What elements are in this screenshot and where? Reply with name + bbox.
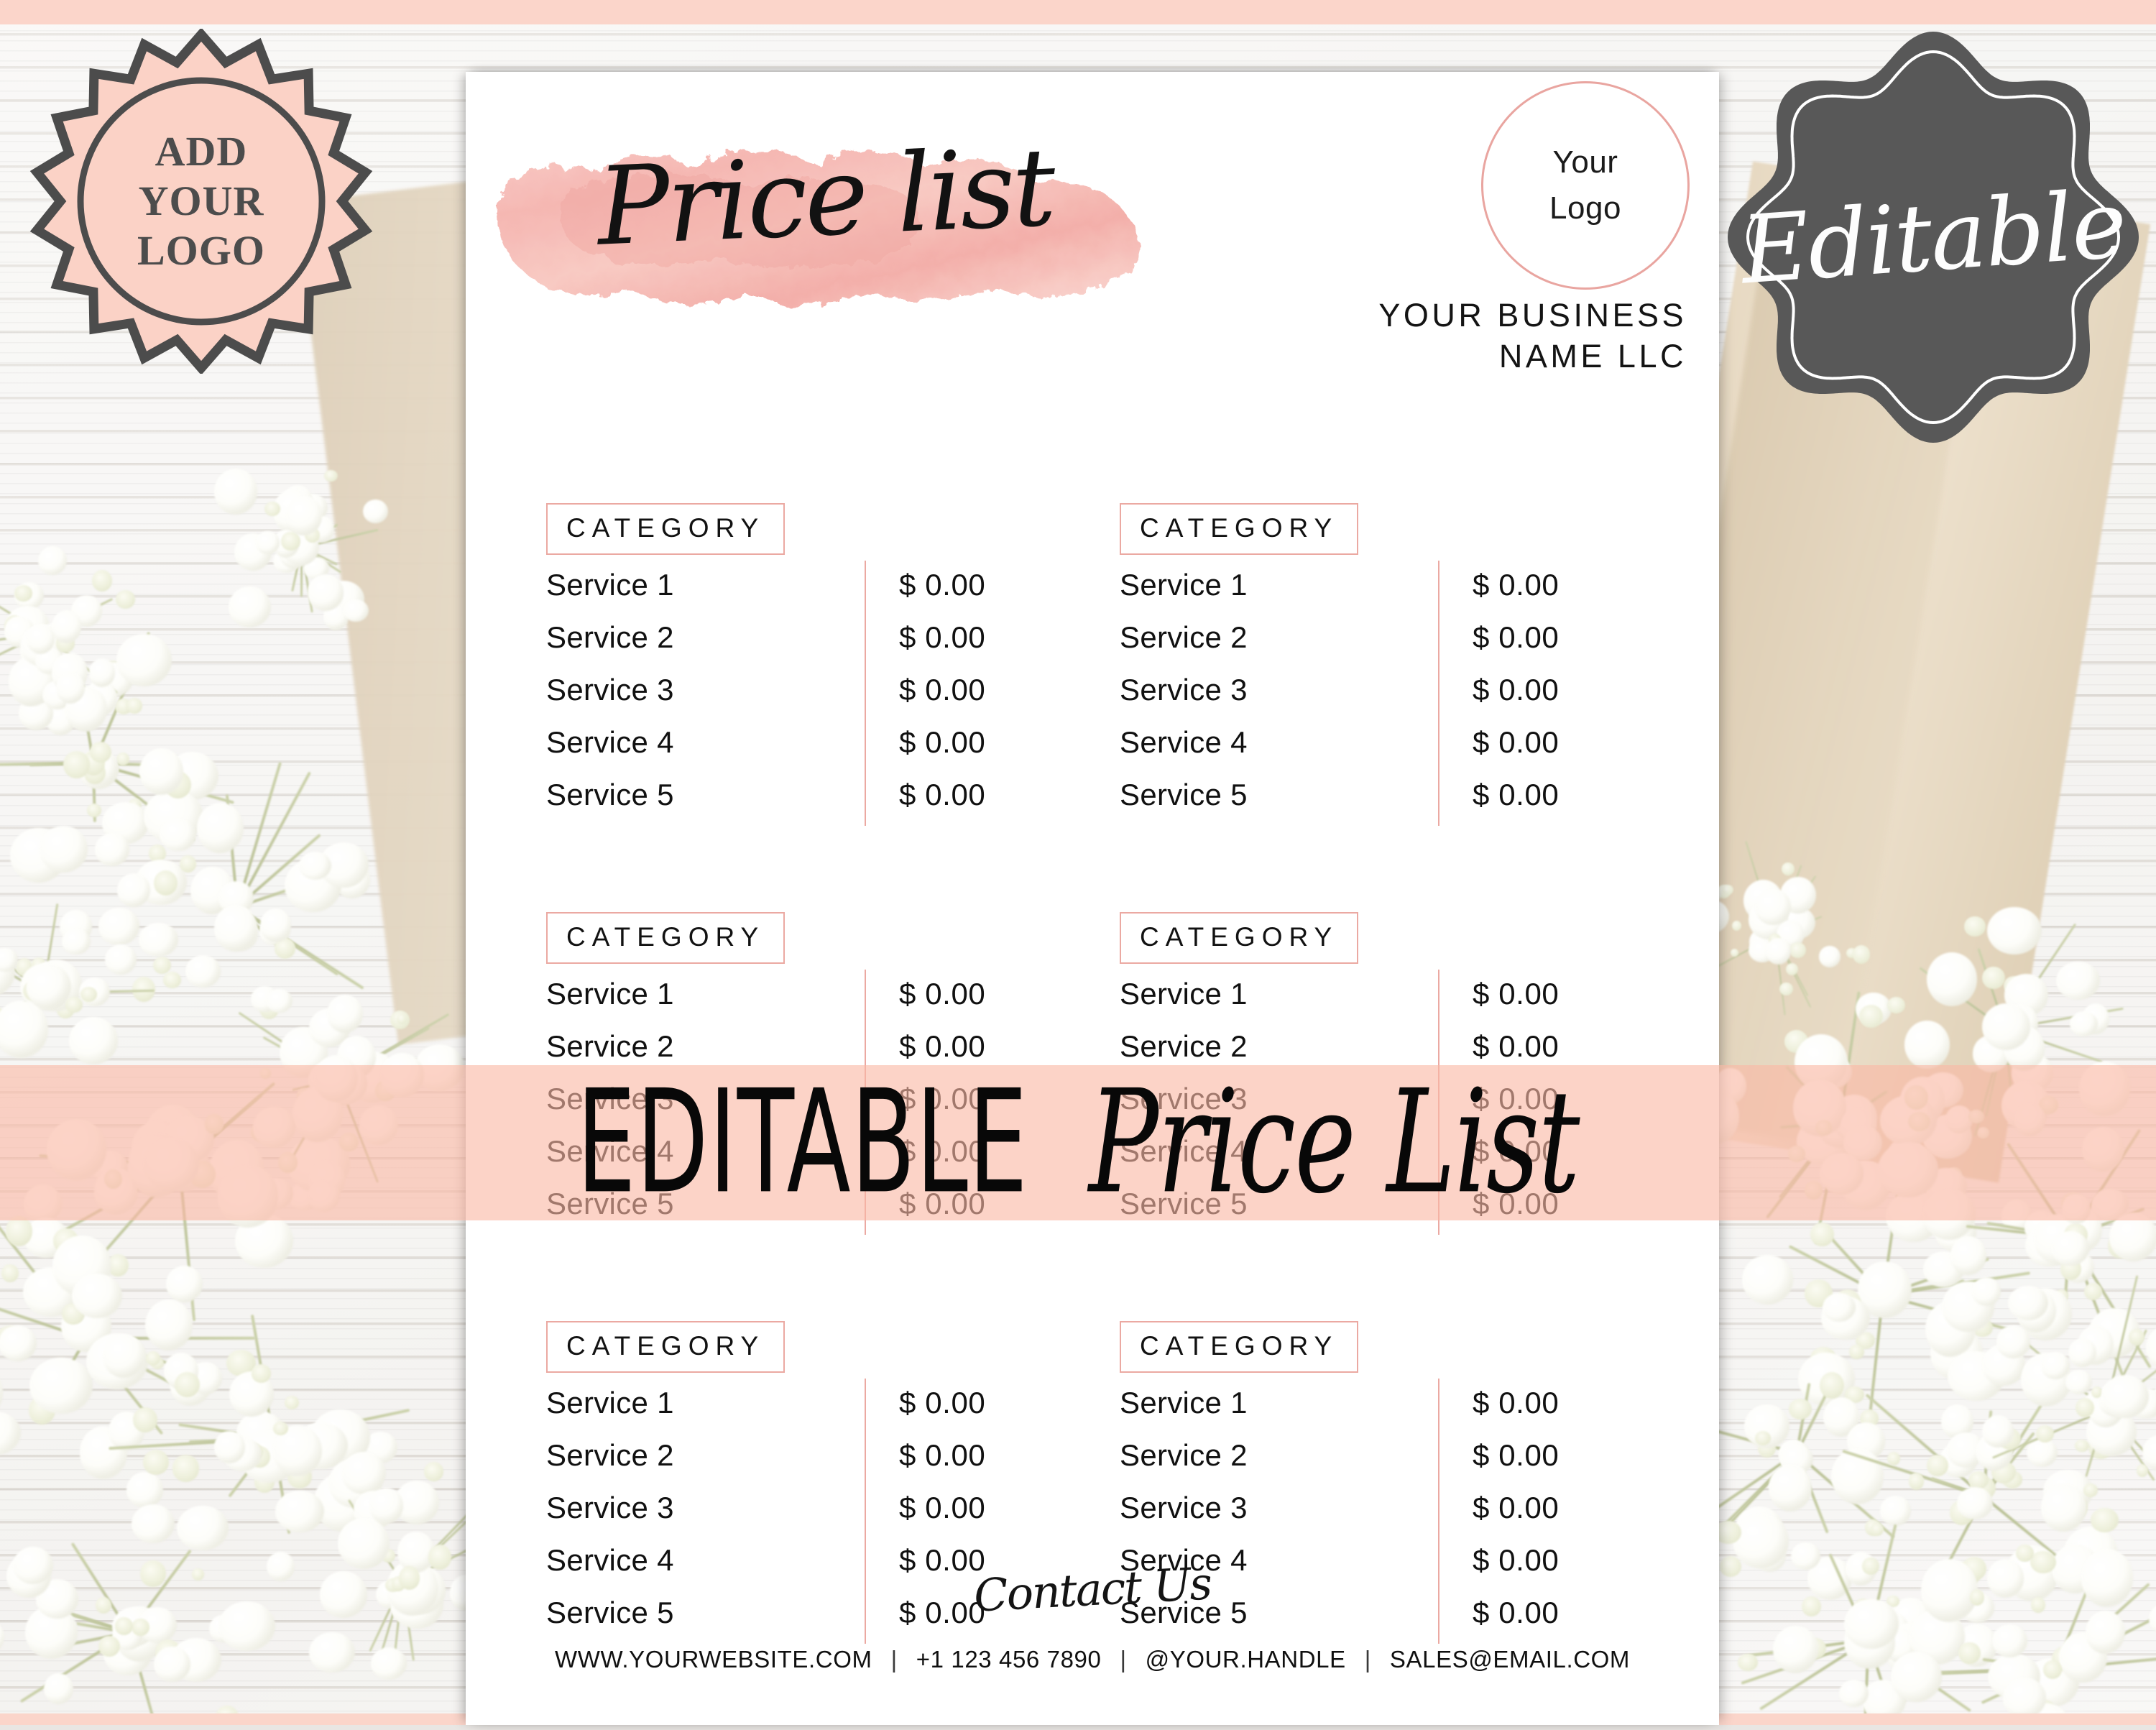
category-block: CATEGORYService 1$ 0.00Service 2$ 0.00Se…	[546, 503, 1028, 830]
service-row: Service 4$ 0.00	[1120, 725, 1601, 778]
service-price[interactable]: $ 0.00	[1438, 1491, 1559, 1525]
footer-separator-1: |	[890, 1646, 898, 1673]
service-name[interactable]: Service 4	[1120, 725, 1438, 760]
service-price[interactable]: $ 0.00	[865, 568, 985, 602]
service-price[interactable]: $ 0.00	[1438, 568, 1559, 602]
service-name[interactable]: Service 4	[546, 725, 865, 760]
service-price[interactable]: $ 0.00	[1438, 1596, 1559, 1630]
price-list-sheet: Price list Your Logo YOUR BUSINESS NAME …	[466, 72, 1719, 1725]
service-name[interactable]: Service 3	[546, 673, 865, 707]
service-row: Service 3$ 0.00	[546, 673, 1028, 725]
service-row: Service 3$ 0.00	[546, 1491, 1028, 1543]
service-price[interactable]: $ 0.00	[1438, 1438, 1559, 1473]
category-title[interactable]: CATEGORY	[1120, 503, 1359, 555]
category-title[interactable]: CATEGORY	[546, 1321, 786, 1373]
editable-price-list-banner: EDITABLE Price List	[0, 1065, 2156, 1220]
category-title[interactable]: CATEGORY	[546, 912, 786, 964]
service-name[interactable]: Service 5	[546, 778, 865, 812]
column-divider	[1438, 1379, 1439, 1644]
logo-line-1: Your	[1552, 144, 1618, 180]
service-name[interactable]: Service 2	[1120, 1438, 1438, 1473]
footer-email[interactable]: SALES@EMAIL.COM	[1390, 1646, 1630, 1673]
service-row: Service 4$ 0.00	[546, 725, 1028, 778]
service-name[interactable]: Service 5	[1120, 778, 1438, 812]
service-row: Service 3$ 0.00	[1120, 673, 1601, 725]
banner-text-price-list: Price List	[1089, 1059, 1580, 1225]
page-title: Price list	[594, 125, 1056, 270]
service-row: Service 5$ 0.00	[546, 778, 1028, 830]
service-row: Service 2 $ 0.00	[1120, 620, 1601, 673]
service-name[interactable]: Service 1	[546, 977, 865, 1011]
banner-text-editable: EDITABLE	[576, 1059, 1028, 1225]
badge-line-2: YOUR	[138, 177, 264, 224]
service-name[interactable]: Service 3	[1120, 1491, 1438, 1525]
badge-line-3: LOGO	[137, 227, 266, 275]
service-name[interactable]: Service 1	[1120, 977, 1438, 1011]
add-your-logo-badge: ADD YOUR LOGO	[29, 29, 374, 374]
service-name[interactable]: Service 2	[546, 620, 865, 655]
service-row: Service 2 $ 0.00	[546, 1438, 1028, 1491]
service-name[interactable]: Service 3	[546, 1491, 865, 1525]
service-price[interactable]: $ 0.00	[1438, 620, 1559, 655]
service-row: Service 1 $ 0.00	[546, 1386, 1028, 1438]
service-name[interactable]: Service 1	[1120, 1386, 1438, 1420]
service-row: Service 5$ 0.00	[1120, 778, 1601, 830]
category-title[interactable]: CATEGORY	[1120, 1321, 1359, 1373]
footer-website[interactable]: WWW.YOURWEBSITE.COM	[555, 1646, 872, 1673]
service-name[interactable]: Service 2	[546, 1438, 865, 1473]
category-block: CATEGORYService 1$ 0.00Service 2$ 0.00Se…	[1120, 503, 1601, 830]
service-price[interactable]: $ 0.00	[1438, 673, 1559, 707]
category-row: CATEGORYService 1$ 0.00Service 2$ 0.00Se…	[466, 503, 1719, 830]
service-row: Service 1 $ 0.00	[1120, 1386, 1601, 1438]
service-name[interactable]: Service 1	[1120, 568, 1438, 602]
service-price[interactable]: $ 0.00	[865, 620, 985, 655]
service-price[interactable]: $ 0.00	[865, 977, 985, 1011]
business-name-line-1: YOUR BUSINESS	[1378, 297, 1687, 333]
column-divider	[1438, 561, 1439, 826]
service-row: Service 2 $ 0.00	[546, 620, 1028, 673]
business-name: YOUR BUSINESS NAME LLC	[968, 295, 1687, 377]
service-price[interactable]: $ 0.00	[865, 1491, 985, 1525]
logo-line-2: Logo	[1549, 190, 1621, 226]
service-price[interactable]: $ 0.00	[865, 778, 985, 812]
category-title[interactable]: CATEGORY	[1120, 912, 1359, 964]
service-row: Service 1 $ 0.00	[546, 568, 1028, 620]
category-title[interactable]: CATEGORY	[546, 503, 786, 555]
service-price[interactable]: $ 0.00	[865, 1386, 985, 1420]
service-price[interactable]: $ 0.00	[1438, 1386, 1559, 1420]
footer-handle[interactable]: @YOUR.HANDLE	[1146, 1646, 1346, 1673]
service-name[interactable]: Service 3	[1120, 673, 1438, 707]
badge-line-1: ADD	[155, 127, 248, 175]
service-price[interactable]: $ 0.00	[1438, 725, 1559, 760]
service-row: Service 1 $ 0.00	[1120, 568, 1601, 620]
your-logo-placeholder[interactable]: Your Logo	[1481, 81, 1690, 290]
service-name[interactable]: Service 1	[546, 568, 865, 602]
service-name[interactable]: Service 1	[546, 1386, 865, 1420]
service-row: Service 3$ 0.00	[1120, 1491, 1601, 1543]
service-row: Service 1 $ 0.00	[1120, 977, 1601, 1029]
service-price[interactable]: $ 0.00	[865, 725, 985, 760]
service-price[interactable]: $ 0.00	[1438, 977, 1559, 1011]
editable-badge: Editable	[1718, 22, 2149, 453]
editable-label: Editable	[1737, 169, 2129, 305]
service-name[interactable]: Service 4	[546, 1543, 865, 1578]
service-row: Service 1 $ 0.00	[546, 977, 1028, 1029]
add-your-logo-text: ADD YOUR LOGO	[29, 29, 374, 374]
column-divider	[865, 561, 866, 826]
service-list: Service 1$ 0.00Service 2$ 0.00Service 3$…	[1120, 561, 1601, 830]
banner-text: EDITABLE Price List	[577, 1071, 1580, 1213]
footer-separator-3: |	[1364, 1646, 1371, 1673]
top-pink-band	[0, 0, 2156, 24]
service-price[interactable]: $ 0.00	[865, 1438, 985, 1473]
service-price[interactable]: $ 0.00	[1438, 778, 1559, 812]
service-list: Service 1$ 0.00Service 2$ 0.00Service 3$…	[546, 561, 1028, 830]
service-row: Service 2 $ 0.00	[1120, 1438, 1601, 1491]
footer-phone[interactable]: +1 123 456 7890	[916, 1646, 1102, 1673]
service-name[interactable]: Service 2	[1120, 620, 1438, 655]
service-price[interactable]: $ 0.00	[865, 673, 985, 707]
business-name-line-2: NAME LLC	[1498, 338, 1687, 375]
footer-contact-row: WWW.YOURWEBSITE.COM | +1 123 456 7890 | …	[466, 1646, 1719, 1673]
footer-separator-2: |	[1120, 1646, 1127, 1673]
